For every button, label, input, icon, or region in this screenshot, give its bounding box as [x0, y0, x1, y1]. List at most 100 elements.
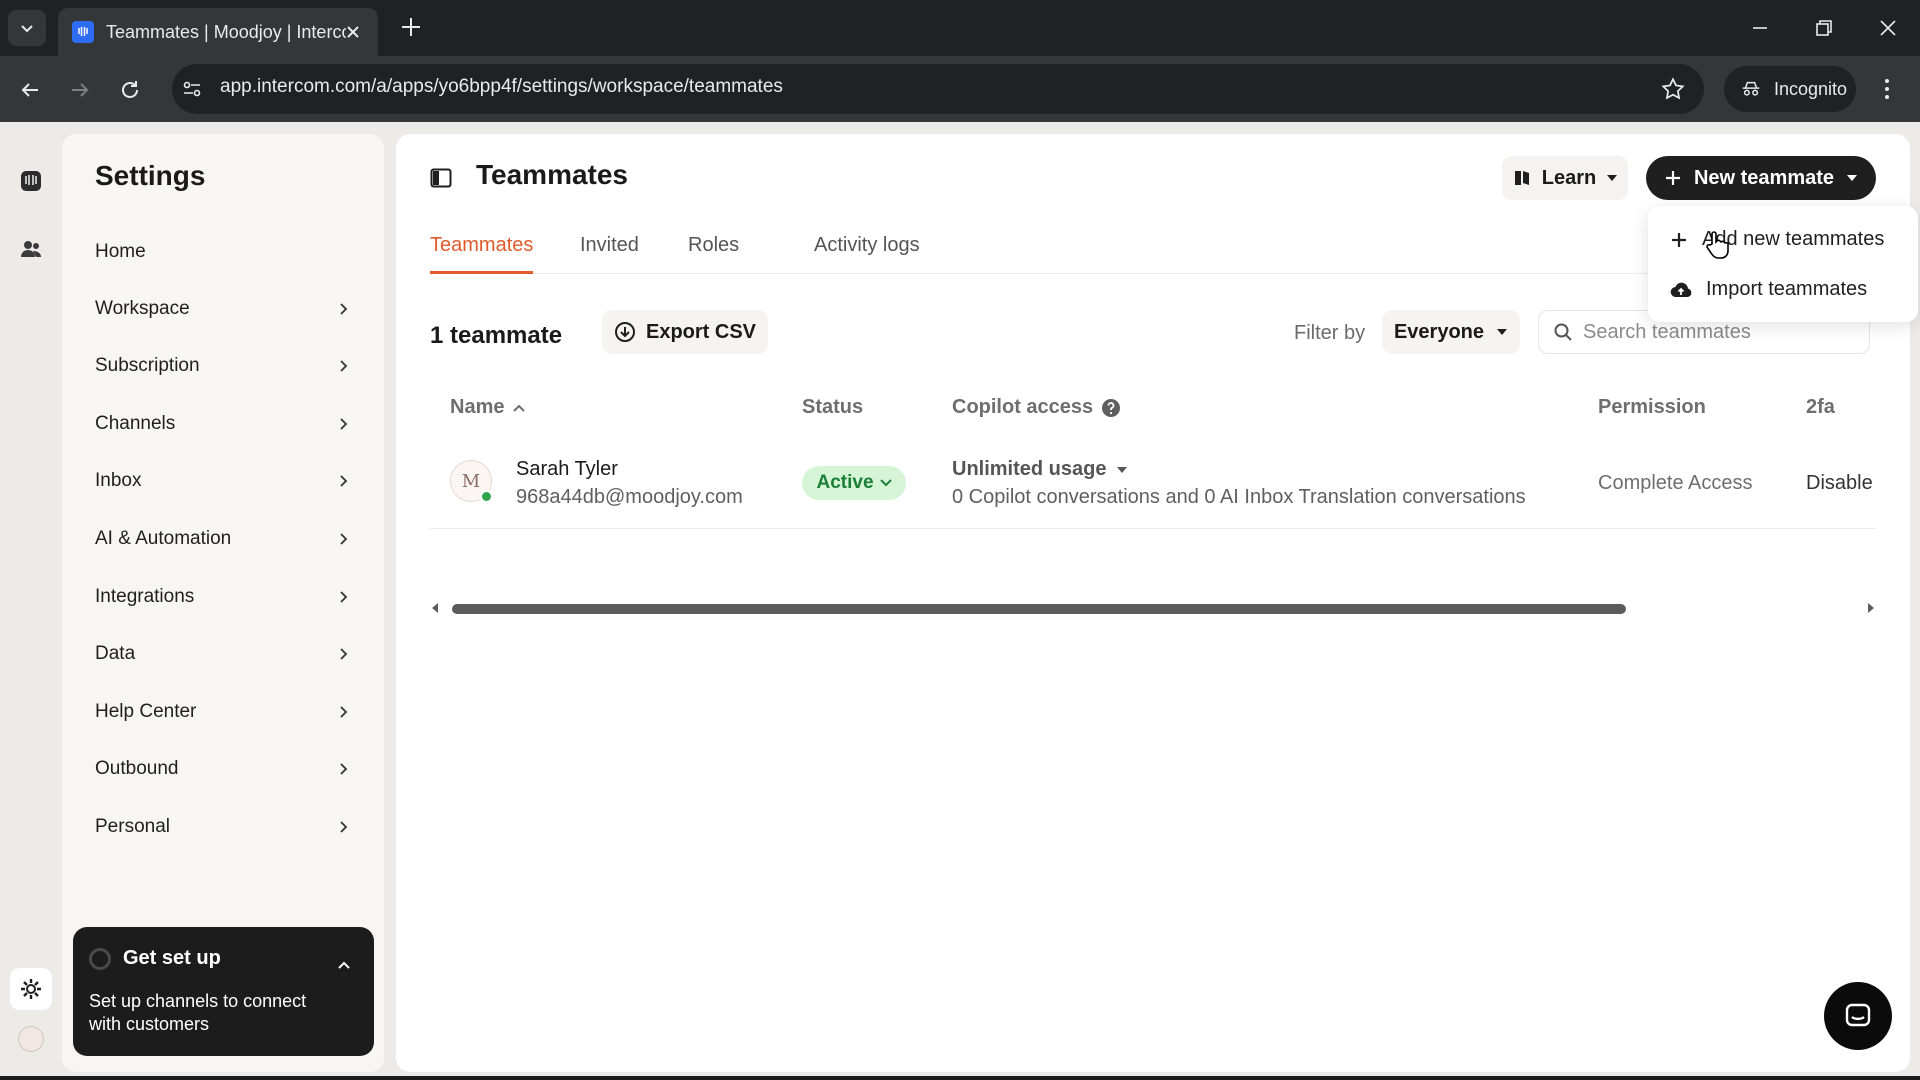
- search-icon: [1554, 323, 1572, 341]
- chevron-down-icon: [21, 25, 33, 33]
- sidebar-item-outbound[interactable]: Outbound: [95, 749, 350, 789]
- app-rail: [0, 122, 62, 1080]
- bookmark-star-icon[interactable]: [1660, 76, 1686, 102]
- sidebar-item-ai-automation[interactable]: AI & Automation: [95, 519, 350, 559]
- new-teammate-menu: Add new teammates Import teammates: [1648, 206, 1918, 322]
- url-text[interactable]: app.intercom.com/a/apps/yo6bpp4f/setting…: [220, 76, 783, 98]
- messenger-launcher[interactable]: [1824, 982, 1892, 1050]
- column-header-status[interactable]: Status: [802, 396, 863, 419]
- incognito-badge[interactable]: Incognito: [1724, 66, 1856, 112]
- sidebar-item-inbox[interactable]: Inbox: [95, 461, 350, 501]
- book-icon: [1514, 171, 1529, 185]
- sidebar-item-label: Help Center: [95, 701, 197, 722]
- intercom-favicon-icon: [72, 21, 94, 43]
- new-tab-icon[interactable]: [398, 14, 424, 40]
- scroll-left-icon[interactable]: [430, 602, 440, 614]
- page-title: Teammates: [476, 159, 629, 190]
- new-teammate-button[interactable]: New teammate: [1646, 156, 1876, 200]
- column-header-copilot[interactable]: Copilot access: [952, 396, 1121, 419]
- new-teammate-label: New teammate: [1693, 166, 1835, 189]
- chevron-right-icon: [340, 648, 348, 660]
- restore-icon[interactable]: [1812, 16, 1836, 40]
- sort-ascending-icon: [513, 404, 526, 412]
- sidebar-item-personal[interactable]: Personal: [95, 807, 350, 847]
- browser-menu-icon[interactable]: [1884, 78, 1890, 100]
- cloud-upload-icon: [1670, 282, 1692, 297]
- column-header-name[interactable]: Name: [450, 396, 526, 419]
- search-input[interactable]: [1583, 320, 1843, 344]
- sidebar-item-label: Channels: [95, 413, 176, 434]
- sidebar-item-label: Workspace: [95, 298, 190, 319]
- twofa-value[interactable]: Disable: [1806, 472, 1873, 495]
- column-label: Status: [802, 396, 864, 418]
- chevron-right-icon: [340, 706, 348, 718]
- tab-teammates[interactable]: Teammates: [430, 234, 534, 274]
- scroll-right-icon[interactable]: [1866, 602, 1876, 614]
- menu-item-label: Import teammates: [1706, 278, 1868, 300]
- caret-down-icon: [1117, 466, 1128, 473]
- export-csv-button[interactable]: Export CSV: [602, 310, 768, 354]
- chevron-up-icon[interactable]: [336, 957, 352, 973]
- filter-dropdown[interactable]: Everyone: [1382, 310, 1520, 354]
- sidebar-item-label: Personal: [95, 816, 170, 837]
- sidebar-item-workspace[interactable]: Workspace: [95, 289, 350, 329]
- chevron-down-icon: [879, 479, 892, 487]
- sidebar-item-subscription[interactable]: Subscription: [95, 346, 350, 386]
- forward-icon[interactable]: [68, 78, 92, 102]
- row-divider: [430, 528, 1876, 529]
- permission-value[interactable]: Complete Access: [1598, 472, 1753, 495]
- help-icon[interactable]: [1101, 398, 1121, 418]
- reload-icon[interactable]: [118, 78, 142, 102]
- menu-item-import-teammates[interactable]: Import teammates: [1670, 278, 1867, 301]
- column-label: Permission: [1598, 396, 1706, 418]
- close-window-icon[interactable]: [1876, 16, 1900, 40]
- column-label: Name: [450, 396, 505, 418]
- learn-button[interactable]: Learn: [1502, 156, 1628, 200]
- user-avatar[interactable]: [18, 1026, 44, 1052]
- get-set-up-card[interactable]: Get set up Set up channels to connect wi…: [73, 927, 374, 1056]
- caret-down-icon: [1497, 329, 1508, 335]
- menu-item-add-new-teammates[interactable]: Add new teammates: [1670, 228, 1884, 251]
- filter-value: Everyone: [1393, 320, 1485, 343]
- tab-list-button[interactable]: [8, 10, 46, 46]
- column-header-2fa[interactable]: 2fa: [1806, 396, 1835, 419]
- status-dropdown[interactable]: Active: [802, 466, 906, 500]
- settings-gear-icon[interactable]: [10, 968, 52, 1010]
- filter-label: Filter by: [1294, 322, 1366, 344]
- sidebar-item-integrations[interactable]: Integrations: [95, 577, 350, 617]
- tab-roles[interactable]: Roles: [688, 234, 739, 274]
- plus-icon: [1672, 232, 1686, 247]
- chevron-right-icon: [340, 763, 348, 775]
- teammate-email: 968a44db@moodjoy.com: [516, 486, 743, 508]
- sidebar-toggle-icon[interactable]: [430, 168, 452, 188]
- sidebar-item-help-center[interactable]: Help Center: [95, 692, 350, 732]
- setup-description: Set up channels to connect with customer…: [89, 991, 307, 1034]
- scrollbar-thumb[interactable]: [452, 604, 1626, 614]
- chevron-right-icon: [340, 418, 348, 430]
- tab-invited[interactable]: Invited: [580, 234, 639, 274]
- teammate-name: Sarah Tyler: [516, 458, 618, 480]
- close-tab-icon[interactable]: [342, 21, 364, 43]
- plus-icon: [1665, 171, 1680, 185]
- sidebar-item-home[interactable]: Home: [95, 232, 350, 272]
- column-label: 2fa: [1806, 396, 1835, 418]
- back-icon[interactable]: [18, 78, 42, 102]
- tab-title: Teammates | Moodjoy | Interco: [106, 21, 346, 42]
- contacts-icon[interactable]: [18, 236, 44, 262]
- minimize-icon[interactable]: [1748, 16, 1772, 40]
- column-header-permission[interactable]: Permission: [1598, 396, 1706, 419]
- site-info-icon[interactable]: [180, 77, 204, 101]
- sidebar-item-label: Integrations: [95, 586, 195, 607]
- sidebar-item-data[interactable]: Data: [95, 634, 350, 674]
- download-icon: [614, 322, 635, 342]
- browser-tab[interactable]: Teammates | Moodjoy | Interco: [58, 8, 378, 56]
- tab-activity-logs[interactable]: Activity logs: [814, 234, 920, 274]
- chevron-right-icon: [340, 591, 348, 603]
- copilot-usage-dropdown[interactable]: Unlimited usage: [952, 458, 1128, 481]
- chevron-right-icon: [340, 533, 348, 545]
- hand-cursor-icon: [1706, 231, 1729, 259]
- inbox-app-icon[interactable]: [18, 168, 44, 194]
- column-label: Copilot access: [952, 396, 1094, 418]
- horizontal-scrollbar[interactable]: [430, 600, 1876, 616]
- sidebar-item-channels[interactable]: Channels: [95, 404, 350, 444]
